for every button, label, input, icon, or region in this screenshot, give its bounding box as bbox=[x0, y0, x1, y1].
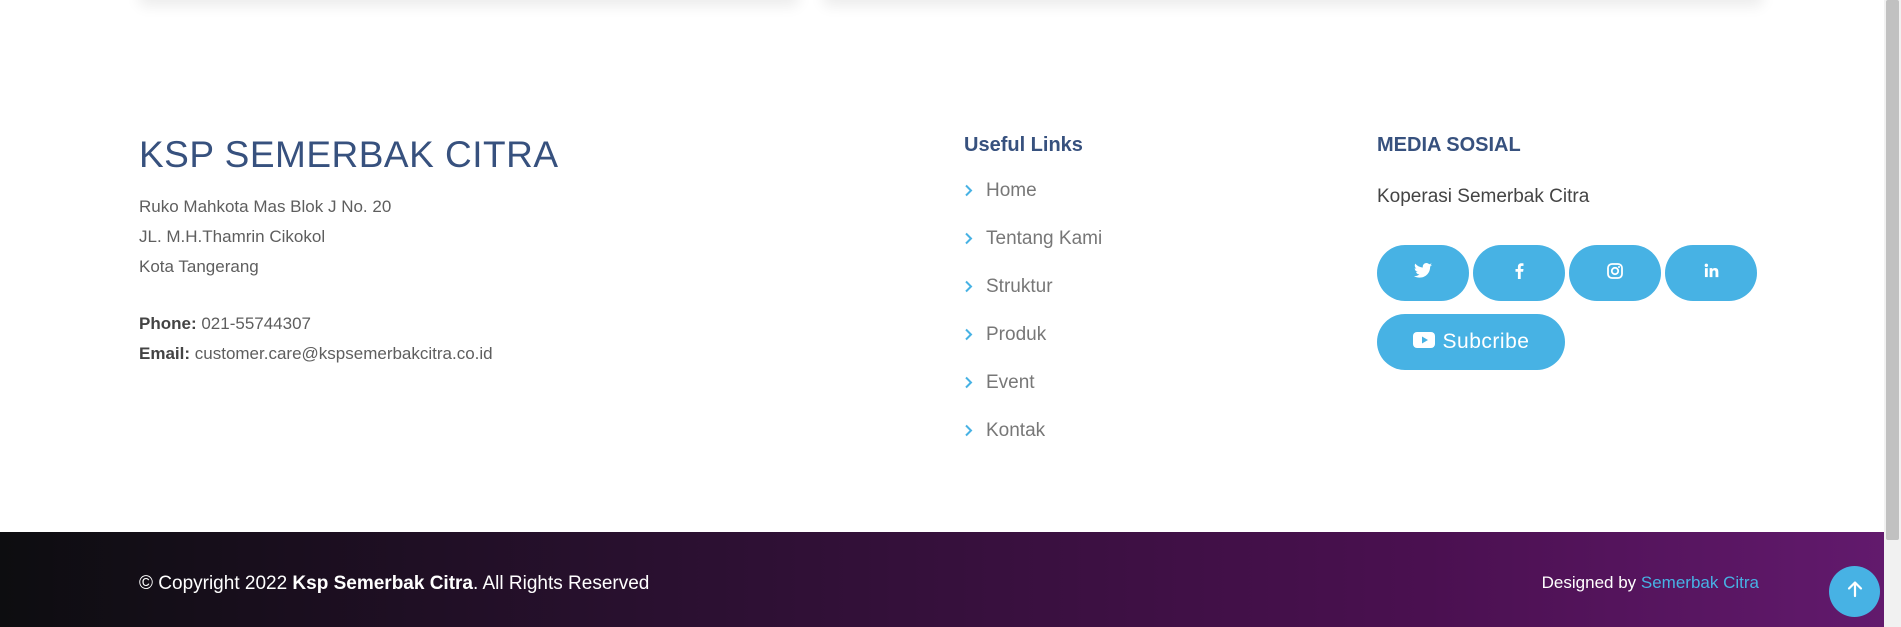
linkedin-icon bbox=[1704, 263, 1719, 283]
email-value: customer.care@kspsemerbakcitra.co.id bbox=[194, 344, 493, 363]
footer-link-tentang-kami[interactable]: Tentang Kami bbox=[964, 228, 1102, 276]
useful-links-title: Useful Links bbox=[964, 134, 1083, 156]
chevron-right-icon bbox=[964, 180, 986, 200]
facebook-button[interactable] bbox=[1473, 245, 1565, 301]
scrollbar-thumb[interactable] bbox=[1886, 0, 1899, 540]
vertical-scrollbar[interactable] bbox=[1884, 0, 1901, 627]
phone-line: Phone: 021-55744307 bbox=[139, 309, 493, 339]
footer-contact: Phone: 021-55744307 Email: customer.care… bbox=[139, 309, 493, 369]
email-label: Email: bbox=[139, 344, 191, 363]
footer-link-event[interactable]: Event bbox=[964, 372, 1102, 420]
footer-link-kontak[interactable]: Kontak bbox=[964, 420, 1102, 468]
designed-prefix: Designed by bbox=[1541, 573, 1641, 592]
chevron-right-icon bbox=[964, 420, 986, 440]
instagram-icon bbox=[1607, 262, 1623, 284]
footer-link-produk[interactable]: Produk bbox=[964, 324, 1102, 372]
footer-link-label[interactable]: Produk bbox=[986, 324, 1046, 346]
linkedin-button[interactable] bbox=[1665, 245, 1757, 301]
media-sosial-title: MEDIA SOSIAL bbox=[1377, 134, 1521, 156]
chevron-right-icon bbox=[964, 228, 986, 248]
footer-link-label[interactable]: Home bbox=[986, 180, 1037, 202]
footer-address: Ruko Mahkota Mas Blok J No. 20 JL. M.H.T… bbox=[139, 192, 391, 282]
arrow-up-icon bbox=[1847, 580, 1863, 603]
address-line: JL. M.H.Thamrin Cikokol bbox=[139, 227, 326, 246]
phone-label: Phone: bbox=[139, 314, 197, 333]
footer-top: KSP SEMERBAK CITRA Ruko Mahkota Mas Blok… bbox=[0, 0, 1884, 532]
address-line: Ruko Mahkota Mas Blok J No. 20 bbox=[139, 197, 392, 216]
address-line: Kota Tangerang bbox=[139, 257, 259, 276]
footer-link-label[interactable]: Tentang Kami bbox=[986, 228, 1102, 250]
subscribe-label: Subcribe bbox=[1442, 330, 1530, 353]
copyright-brand: Ksp Semerbak Citra bbox=[292, 573, 473, 594]
copyright-suffix: . All Rights Reserved bbox=[473, 573, 650, 594]
twitter-icon bbox=[1414, 263, 1432, 283]
phone-value: 021-55744307 bbox=[201, 314, 312, 333]
social-description: Koperasi Semerbak Citra bbox=[1377, 186, 1590, 207]
facebook-icon bbox=[1515, 262, 1524, 284]
chevron-right-icon bbox=[964, 372, 986, 392]
footer-link-label[interactable]: Kontak bbox=[986, 420, 1045, 442]
footer-link-home[interactable]: Home bbox=[964, 180, 1102, 228]
chevron-right-icon bbox=[964, 276, 986, 296]
footer-link-label[interactable]: Event bbox=[986, 372, 1035, 394]
page: KSP SEMERBAK CITRA Ruko Mahkota Mas Blok… bbox=[0, 0, 1901, 627]
twitter-button[interactable] bbox=[1377, 245, 1469, 301]
email-line: Email: customer.care@kspsemerbakcitra.co… bbox=[139, 339, 493, 369]
back-to-top-button[interactable] bbox=[1829, 566, 1880, 617]
youtube-icon bbox=[1412, 330, 1443, 354]
copyright-text: © Copyright 2022 Ksp Semerbak Citra. All… bbox=[139, 573, 649, 595]
designer-link[interactable]: Semerbak Citra bbox=[1641, 573, 1759, 592]
footer-brand-title: KSP SEMERBAK CITRA bbox=[139, 134, 559, 175]
subscribe-button[interactable]: Subcribe bbox=[1377, 314, 1565, 370]
copyright-prefix: © Copyright 2022 bbox=[139, 573, 293, 594]
useful-links-list: Home Tentang Kami Struktur Produk Event … bbox=[964, 180, 1102, 468]
designed-by: Designed by Semerbak Citra bbox=[1542, 573, 1759, 593]
chevron-right-icon bbox=[964, 324, 986, 344]
footer-link-label[interactable]: Struktur bbox=[986, 276, 1053, 298]
instagram-button[interactable] bbox=[1569, 245, 1661, 301]
footer-link-struktur[interactable]: Struktur bbox=[964, 276, 1102, 324]
